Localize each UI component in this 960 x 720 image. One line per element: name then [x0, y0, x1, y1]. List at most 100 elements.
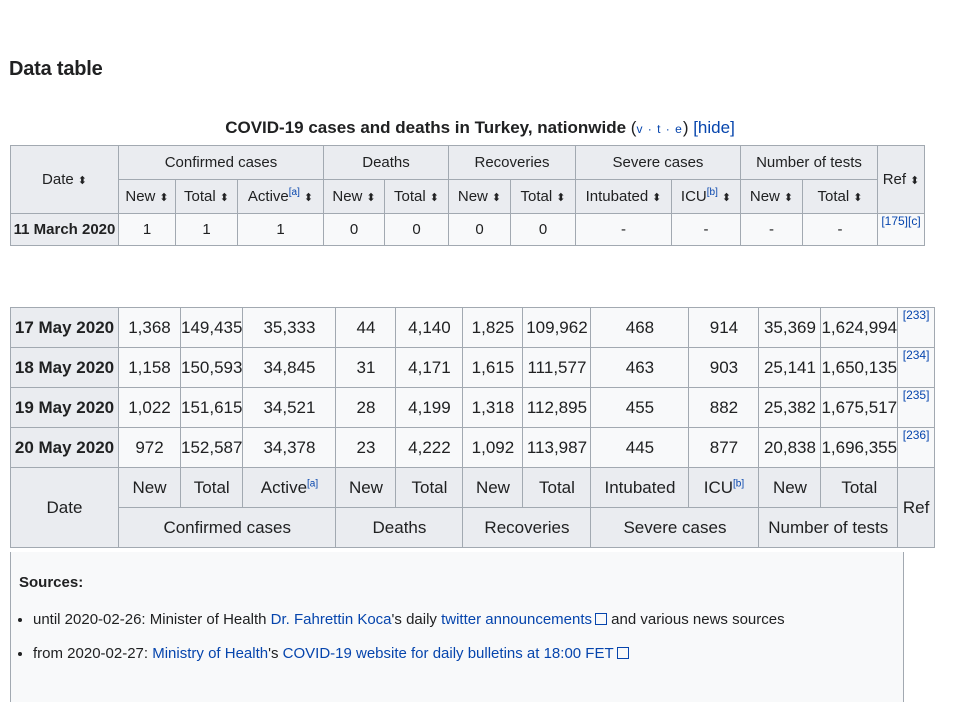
sort-icon[interactable]: ⬍ — [159, 192, 168, 204]
sort-icon[interactable]: ⬍ — [492, 192, 501, 204]
header-intubated[interactable]: Intubated ⬍ — [575, 179, 672, 214]
footer-icu: ICU[b] — [688, 467, 760, 508]
footer-tests-total: Total — [820, 467, 899, 508]
cell-value: 113,987 — [522, 427, 592, 468]
row-date: 19 May 2020 — [10, 387, 119, 428]
header-confirmed-cases: Confirmed cases — [118, 145, 324, 180]
data-table-top: Date ⬍ Confirmed cases Deaths Recoveries … — [10, 145, 925, 246]
minister-link[interactable]: Dr. Fahrettin Koca — [271, 611, 392, 628]
cell-value: 1,825 — [462, 307, 524, 348]
footer-deaths-new: New — [335, 467, 397, 508]
cell-value: 34,845 — [242, 347, 337, 388]
header-recoveries-total[interactable]: Total ⬍ — [510, 179, 576, 214]
header-active[interactable]: Active[a] ⬍ — [237, 179, 324, 214]
sort-icon[interactable]: ⬍ — [722, 192, 731, 204]
table-row: 17 May 2020 1,368 149,435 35,333 44 4,140 1,82… — [10, 307, 936, 348]
header-ref[interactable]: Ref ⬍ — [877, 145, 925, 214]
header-date[interactable]: Date ⬍ — [10, 145, 119, 214]
cell-value: 445 — [590, 427, 690, 468]
cell-value: 972 — [118, 427, 181, 468]
sort-icon[interactable]: ⬍ — [366, 192, 375, 204]
cell-value: 463 — [590, 347, 690, 388]
footer-recoveries: Recoveries — [462, 507, 592, 548]
ref-link[interactable]: [175][c] — [877, 213, 925, 246]
header-confirmed-total[interactable]: Total ⬍ — [175, 179, 238, 214]
cell-value: 1 — [175, 213, 238, 246]
cell-value: 0 — [384, 213, 449, 246]
cell-value: 455 — [590, 387, 690, 428]
ref-link[interactable]: [234] — [897, 347, 936, 388]
footer-severe-cases: Severe cases — [590, 507, 760, 548]
sort-icon[interactable]: ⬍ — [652, 192, 661, 204]
cell-value: 35,333 — [242, 307, 337, 348]
sort-icon[interactable]: ⬍ — [556, 192, 565, 204]
header-deaths-new[interactable]: New ⬍ — [323, 179, 385, 214]
footer-active: Active[a] — [242, 467, 337, 508]
sources-box: Sources: until 2020-02-26: Minister of H… — [10, 552, 904, 702]
cell-value: 31 — [335, 347, 397, 388]
ministry-link[interactable]: Ministry of Health — [152, 645, 268, 662]
section-heading: Data table — [9, 58, 103, 80]
cell-value: 1,158 — [118, 347, 181, 388]
cell-value: 914 — [688, 307, 760, 348]
sort-icon[interactable]: ⬍ — [78, 175, 87, 187]
cell-value: 0 — [448, 213, 511, 246]
header-confirmed-new[interactable]: New ⬍ — [118, 179, 176, 214]
cell-value: - — [740, 213, 803, 246]
footer-tests-new: New — [758, 467, 822, 508]
cell-value: 1,022 — [118, 387, 181, 428]
cell-value: 0 — [323, 213, 385, 246]
ref-link[interactable]: [235] — [897, 387, 936, 428]
header-recoveries-new[interactable]: New ⬍ — [448, 179, 511, 214]
sort-icon[interactable]: ⬍ — [304, 192, 313, 204]
external-link-icon — [616, 647, 629, 659]
cell-value: 1,650,135 — [820, 347, 899, 388]
cell-value: 25,382 — [758, 387, 822, 428]
covid-website-link[interactable]: COVID-19 website for daily bulletins at … — [283, 645, 614, 662]
header-severe-cases: Severe cases — [575, 145, 741, 180]
vte-links[interactable]: v · t · e — [636, 122, 682, 136]
header-tests-total[interactable]: Total ⬍ — [802, 179, 878, 214]
cell-value: 34,378 — [242, 427, 337, 468]
cell-value: 468 — [590, 307, 690, 348]
table-row: 20 May 2020 972 152,587 34,378 23 4,222 1,092 1… — [10, 427, 936, 468]
cell-value: 28 — [335, 387, 397, 428]
footer-number-of-tests: Number of tests — [758, 507, 899, 548]
header-deaths: Deaths — [323, 145, 449, 180]
cell-value: 4,222 — [395, 427, 464, 468]
footer-deaths: Deaths — [335, 507, 464, 548]
ref-link[interactable]: [233] — [897, 307, 936, 348]
header-deaths-total[interactable]: Total ⬍ — [384, 179, 449, 214]
cell-value: 1,615 — [462, 347, 524, 388]
cell-value: 877 — [688, 427, 760, 468]
sort-icon[interactable]: ⬍ — [910, 175, 919, 187]
cell-value: 23 — [335, 427, 397, 468]
external-link-icon — [595, 613, 608, 625]
sort-icon[interactable]: ⬍ — [853, 192, 862, 204]
header-tests-new[interactable]: New ⬍ — [740, 179, 803, 214]
table-row: 18 May 2020 1,158 150,593 34,845 31 4,171 1,61… — [10, 347, 936, 388]
data-table-bottom: 17 May 2020 1,368 149,435 35,333 44 4,140 1,82… — [10, 307, 936, 548]
twitter-link[interactable]: twitter announcements — [441, 611, 592, 628]
footer-confirmed-cases: Confirmed cases — [117, 507, 337, 548]
sort-icon[interactable]: ⬍ — [784, 192, 793, 204]
cell-value: 151,615 — [179, 387, 244, 428]
sort-icon[interactable]: ⬍ — [430, 192, 439, 204]
cell-value: 4,140 — [395, 307, 464, 348]
row-date: 17 May 2020 — [10, 307, 119, 348]
cell-value: 34,521 — [242, 387, 337, 428]
header-icu[interactable]: ICU[b] ⬍ — [671, 179, 741, 214]
hide-toggle[interactable]: [hide] — [693, 118, 735, 137]
cell-value: 1 — [237, 213, 324, 246]
cell-value: 1 — [118, 213, 176, 246]
table-title: COVID-19 cases and deaths in Turkey, nat… — [225, 118, 627, 137]
cell-value: 4,171 — [395, 347, 464, 388]
ref-link[interactable]: [236] — [897, 427, 936, 468]
footer-recoveries-new: New — [462, 467, 524, 508]
list-item: from 2020-02-27: Ministry of Health's CO… — [33, 644, 785, 664]
sort-icon[interactable]: ⬍ — [220, 192, 229, 204]
cell-value: 44 — [335, 307, 397, 348]
cell-value: 25,141 — [758, 347, 822, 388]
cell-value: 111,577 — [522, 347, 592, 388]
cell-value: - — [671, 213, 741, 246]
